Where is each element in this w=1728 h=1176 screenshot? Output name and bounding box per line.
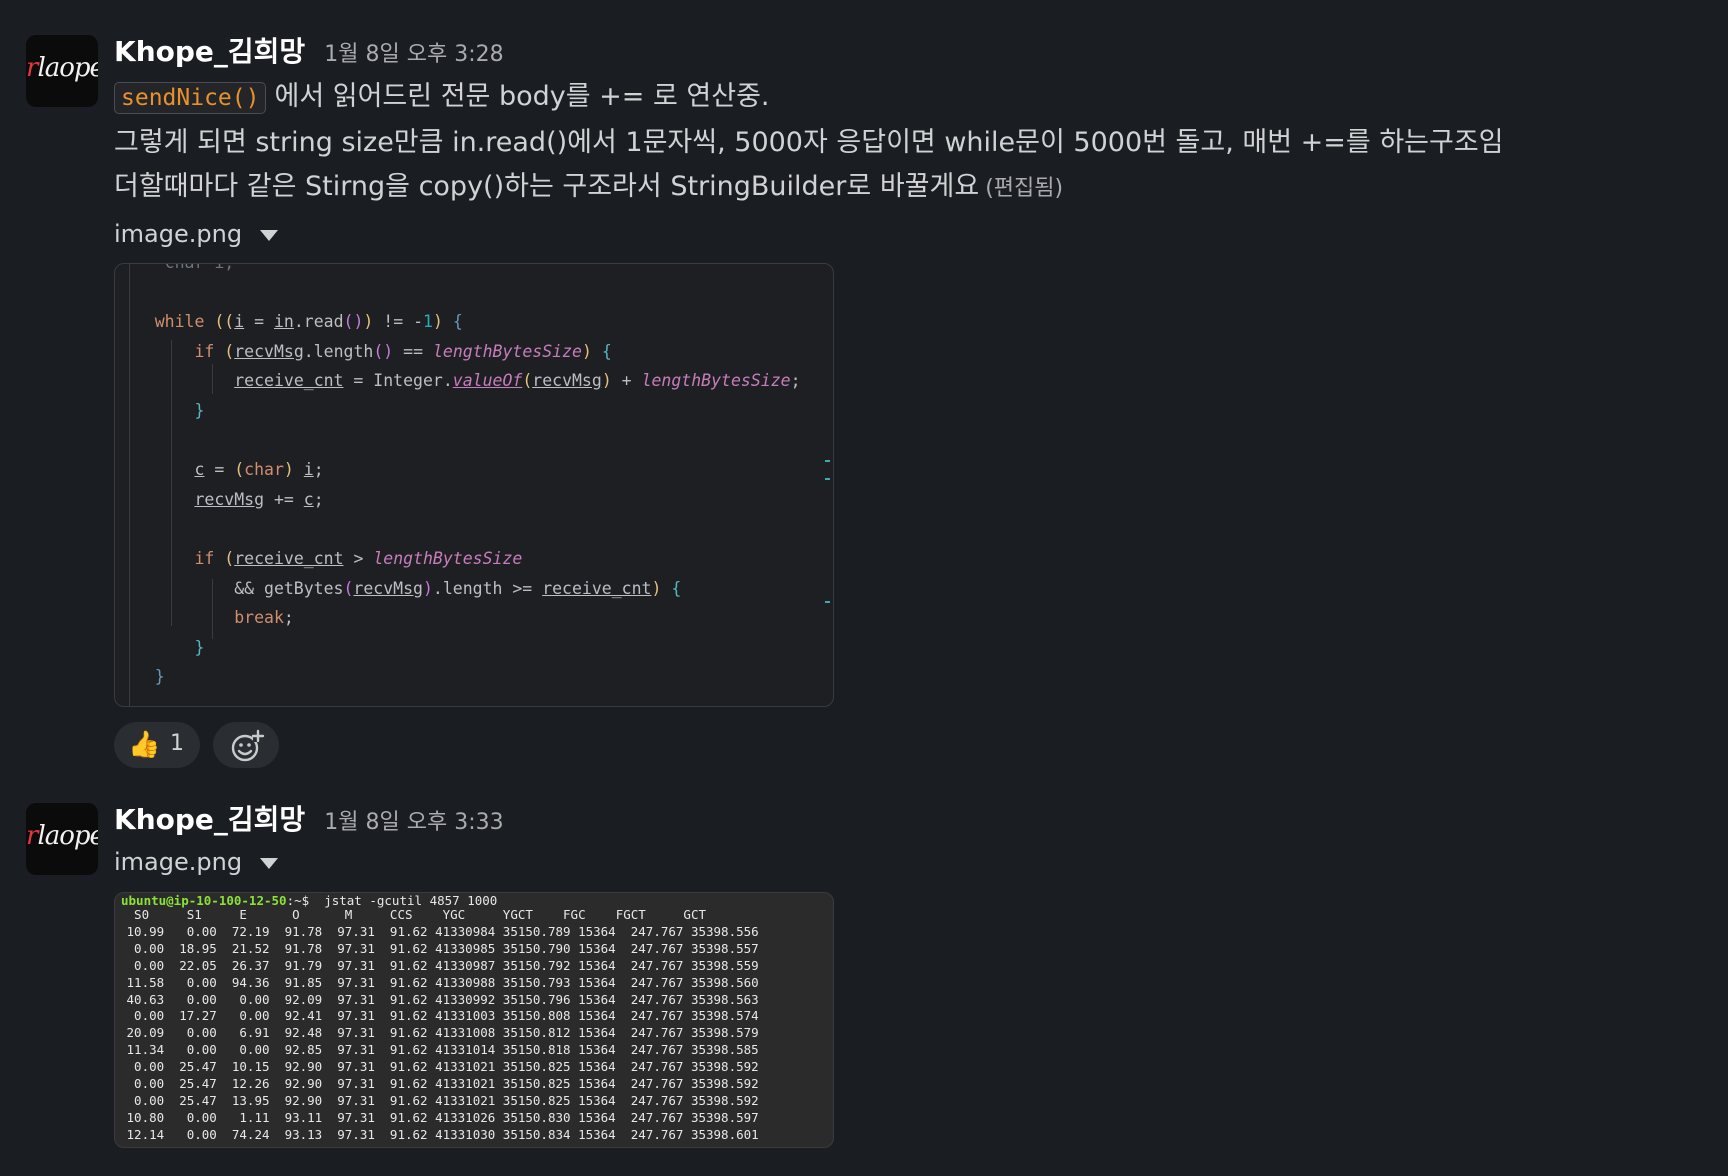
code-image[interactable]: char i; while ((i = in.read()) != -1) { … — [114, 263, 834, 707]
author-name[interactable]: Khope_김희망 — [114, 35, 305, 68]
terminal-row: 0.00 25.47 13.95 92.90 97.31 91.62 41331… — [119, 1092, 759, 1108]
avatar[interactable]: rlaope — [26, 803, 98, 875]
terminal-row: 10.80 0.00 1.11 93.11 97.31 91.62 413310… — [119, 1109, 759, 1125]
terminal-row: 0.00 17.27 0.00 92.41 97.31 91.62 413310… — [119, 1008, 759, 1024]
terminal-row: 0.00 25.47 10.15 92.90 97.31 91.62 41331… — [119, 1059, 759, 1075]
message-line-3: 더할때마다 같은 Stirng을 copy()하는 구조라서 StringBui… — [114, 164, 1063, 203]
terminal-row: 0.00 22.05 26.37 91.79 97.31 91.62 41330… — [119, 957, 759, 973]
reactions-bar: 👍 1 — [114, 722, 287, 768]
terminal-row: 10.99 0.00 72.19 91.78 97.31 91.62 41330… — [119, 923, 759, 939]
previous-message-cut-text: · · · — [114, 0, 157, 9]
message-header: Khope_김희망 1월 8일 오후 3:33 — [114, 798, 504, 838]
timestamp[interactable]: 1월 8일 오후 3:28 — [324, 42, 503, 67]
terminal-output: S0 S1 E O M CCS YGC YGCT FGC FGCT GCT 10… — [119, 907, 759, 1144]
terminal-row: 12.14 0.00 74.24 93.13 97.31 91.62 41331… — [119, 1126, 759, 1142]
terminal-header: S0 S1 E O M CCS YGC YGCT FGC FGCT GCT — [119, 907, 706, 922]
terminal-row: 11.34 0.00 0.00 92.85 97.31 91.62 413310… — [119, 1042, 759, 1058]
author-name[interactable]: Khope_김희망 — [114, 803, 305, 836]
terminal-image[interactable]: ubuntu@ip-10-100-12-50:~$ jstat -gcutil … — [114, 892, 834, 1148]
message-text: 더할때마다 같은 Stirng을 copy()하는 구조라서 StringBui… — [114, 171, 980, 202]
message-header: Khope_김희망 1월 8일 오후 3:28 — [114, 30, 504, 70]
edited-label: (편집됨) — [985, 176, 1064, 201]
attachment-name[interactable]: image.png — [114, 848, 242, 876]
avatar-logo-icon: rlaope — [26, 53, 98, 83]
code-content: char i; while ((i = in.read()) != -1) { … — [154, 264, 801, 687]
inline-code: sendNice() — [114, 82, 267, 114]
timestamp[interactable]: 1월 8일 오후 3:33 — [324, 810, 503, 835]
reaction-thumbs-up[interactable]: 👍 1 — [114, 722, 200, 768]
reaction-count: 1 — [170, 731, 184, 756]
chevron-down-icon[interactable] — [260, 229, 279, 241]
chevron-down-icon[interactable] — [260, 857, 279, 869]
add-reaction-button[interactable] — [213, 722, 280, 768]
attachment-label[interactable]: image.png — [114, 848, 279, 876]
attachment-label[interactable]: image.png — [114, 220, 279, 248]
message-line-2: 그렇게 되면 string size만큼 in.read()에서 1문자씩, 5… — [114, 127, 1504, 158]
terminal-row: 11.58 0.00 94.36 91.85 97.31 91.62 41330… — [119, 974, 759, 990]
avatar[interactable]: rlaope — [26, 35, 98, 107]
add-emoji-icon — [231, 729, 266, 762]
avatar-logo-icon: rlaope — [26, 821, 98, 851]
message-line-1: sendNice() 에서 읽어드린 전문 body를 += 로 연산중. — [114, 74, 770, 114]
attachment-name[interactable]: image.png — [114, 220, 242, 248]
terminal-row: 20.09 0.00 6.91 92.48 97.31 91.62 413310… — [119, 1025, 759, 1041]
message-text: 에서 읽어드린 전문 body를 += 로 연산중. — [274, 81, 770, 112]
terminal-row: 40.63 0.00 0.00 92.09 97.31 91.62 413309… — [119, 991, 759, 1007]
terminal-row: 0.00 25.47 12.26 92.90 97.31 91.62 41331… — [119, 1076, 759, 1092]
thumbs-up-icon: 👍 — [128, 730, 161, 760]
terminal-row: 0.00 18.95 21.52 91.78 97.31 91.62 41330… — [119, 940, 759, 956]
